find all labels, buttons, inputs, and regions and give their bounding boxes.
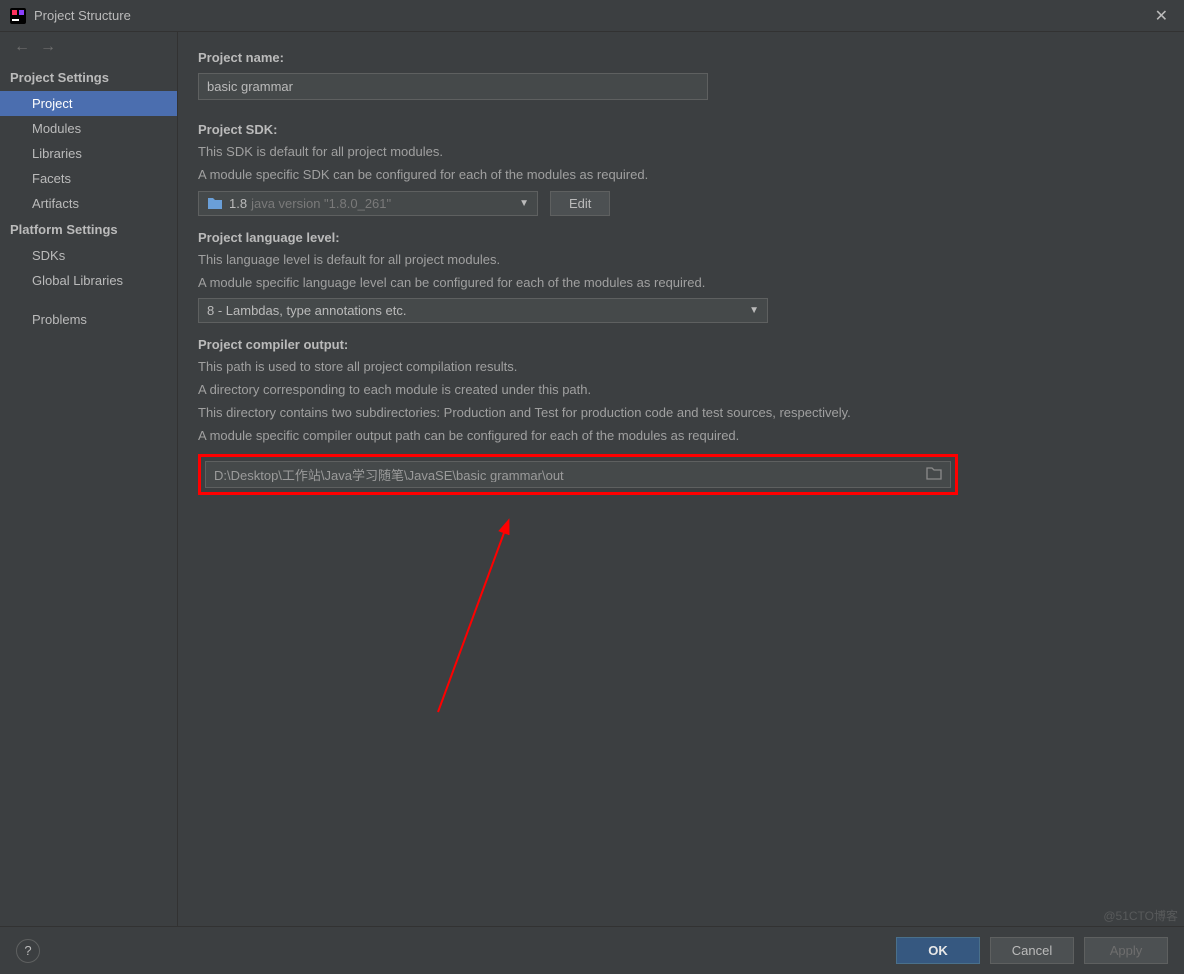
sidebar-item-label: Modules xyxy=(32,121,81,136)
chevron-down-icon: ▼ xyxy=(519,198,529,209)
app-icon xyxy=(10,8,26,24)
sdk-version: 1.8 xyxy=(229,196,247,211)
arrow-annotation xyxy=(428,512,568,732)
folder-icon xyxy=(207,196,223,210)
forward-arrow-icon[interactable]: → xyxy=(40,38,56,56)
compiler-output-input[interactable] xyxy=(214,467,926,482)
chevron-down-icon: ▼ xyxy=(749,305,759,316)
sidebar-item-sdks[interactable]: SDKs xyxy=(0,243,177,268)
compiler-help-2: A directory corresponding to each module… xyxy=(198,381,1160,400)
cancel-button[interactable]: Cancel xyxy=(990,937,1074,964)
sidebar-item-label: Project xyxy=(32,96,72,111)
compiler-help-1: This path is used to store all project c… xyxy=(198,358,1160,377)
platform-settings-header: Platform Settings xyxy=(0,216,177,243)
sdk-help-1: This SDK is default for all project modu… xyxy=(198,143,1160,162)
ok-button[interactable]: OK xyxy=(896,937,980,964)
project-sdk-select[interactable]: 1.8 java version "1.8.0_261" ▼ xyxy=(198,191,538,216)
sidebar-item-label: Libraries xyxy=(32,146,82,161)
compiler-help-4: A module specific compiler output path c… xyxy=(198,427,1160,446)
titlebar: Project Structure ✕ xyxy=(0,0,1184,32)
sidebar-item-problems[interactable]: Problems xyxy=(0,307,177,332)
sidebar: ← → Project Settings Project Modules Lib… xyxy=(0,32,178,926)
compiler-help-3: This directory contains two subdirectori… xyxy=(198,404,1160,423)
lang-help-2: A module specific language level can be … xyxy=(198,274,1160,293)
back-arrow-icon[interactable]: ← xyxy=(14,38,30,56)
project-name-label: Project name: xyxy=(198,50,1160,65)
lang-help-1: This language level is default for all p… xyxy=(198,251,1160,270)
sdk-detail: java version "1.8.0_261" xyxy=(251,196,391,211)
sidebar-item-artifacts[interactable]: Artifacts xyxy=(0,191,177,216)
apply-button[interactable]: Apply xyxy=(1084,937,1168,964)
sidebar-item-label: Global Libraries xyxy=(32,273,123,288)
sidebar-item-libraries[interactable]: Libraries xyxy=(0,141,177,166)
browse-folder-icon[interactable] xyxy=(926,466,942,483)
project-settings-header: Project Settings xyxy=(0,64,177,91)
compiler-output-field[interactable] xyxy=(205,461,951,488)
sidebar-item-global-libraries[interactable]: Global Libraries xyxy=(0,268,177,293)
sidebar-item-label: Facets xyxy=(32,171,71,186)
sidebar-item-modules[interactable]: Modules xyxy=(0,116,177,141)
sdk-help-2: A module specific SDK can be configured … xyxy=(198,166,1160,185)
sidebar-item-label: Artifacts xyxy=(32,196,79,211)
watermark: @51CTO博客 xyxy=(1103,907,1178,924)
highlight-annotation xyxy=(198,454,958,495)
sidebar-item-project[interactable]: Project xyxy=(0,91,177,116)
project-sdk-label: Project SDK: xyxy=(198,122,1160,137)
help-button[interactable]: ? xyxy=(16,939,40,963)
window-title: Project Structure xyxy=(34,8,131,23)
footer: ? OK Cancel Apply xyxy=(0,926,1184,974)
language-level-value: 8 - Lambdas, type annotations etc. xyxy=(207,303,406,318)
sidebar-item-facets[interactable]: Facets xyxy=(0,166,177,191)
project-name-input[interactable] xyxy=(198,73,708,100)
content-panel: Project name: Project SDK: This SDK is d… xyxy=(178,32,1184,926)
language-level-select[interactable]: 8 - Lambdas, type annotations etc. ▼ xyxy=(198,298,768,323)
close-icon[interactable]: ✕ xyxy=(1149,6,1174,26)
language-level-label: Project language level: xyxy=(198,230,1160,245)
sidebar-item-label: Problems xyxy=(32,312,87,327)
edit-sdk-button[interactable]: Edit xyxy=(550,191,610,216)
sidebar-item-label: SDKs xyxy=(32,248,65,263)
compiler-output-label: Project compiler output: xyxy=(198,337,1160,352)
